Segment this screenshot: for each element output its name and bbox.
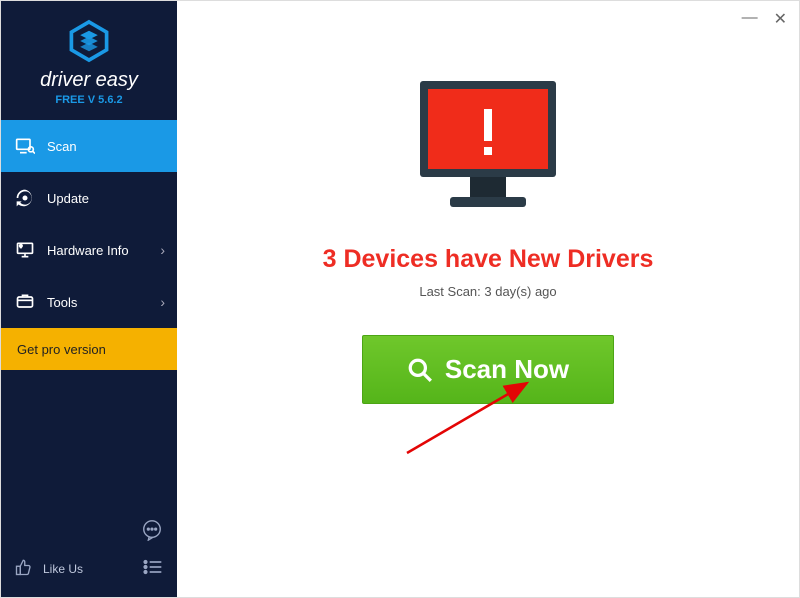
like-us-label: Like Us [43, 562, 83, 576]
nav-tools[interactable]: Tools › [1, 276, 177, 328]
nav-tools-label: Tools [47, 295, 77, 310]
nav-scan-label: Scan [47, 139, 77, 154]
logo-icon [67, 19, 111, 63]
headline: 3 Devices have New Drivers [323, 245, 654, 274]
scan-now-button[interactable]: Scan Now [362, 335, 614, 404]
chat-icon[interactable] [141, 519, 163, 546]
tools-icon [15, 292, 35, 312]
minimize-button[interactable]: — [742, 9, 758, 29]
chevron-right-icon: › [160, 242, 165, 258]
last-scan-text: Last Scan: 3 day(s) ago [419, 284, 556, 299]
nav-scan[interactable]: Scan [1, 120, 177, 172]
alert-monitor-icon [408, 73, 568, 223]
version-label: FREE V 5.6.2 [55, 94, 122, 106]
chevron-right-icon: › [160, 294, 165, 310]
brand-name: driver easy [40, 69, 138, 92]
scan-icon [15, 136, 35, 156]
hardware-icon: i [15, 240, 35, 260]
logo-block: driver easy FREE V 5.6.2 [1, 1, 177, 120]
nav-hardware-label: Hardware Info [47, 243, 129, 258]
close-button[interactable]: ✕ [774, 9, 787, 29]
get-pro-label: Get pro version [17, 342, 106, 357]
sidebar: driver easy FREE V 5.6.2 Scan U [1, 1, 177, 597]
update-icon [15, 188, 35, 208]
search-icon [407, 357, 433, 383]
nav-update[interactable]: Update [1, 172, 177, 224]
main-area: — ✕ 3 Devices have New Drivers Last Scan… [177, 1, 799, 597]
nav: Scan Update i Hardware Inf [1, 120, 177, 328]
scan-now-label: Scan Now [445, 354, 569, 385]
nav-hardware[interactable]: i Hardware Info › [1, 224, 177, 276]
sidebar-bottom: Like Us [1, 513, 177, 597]
like-us-button[interactable]: Like Us [15, 558, 83, 579]
get-pro-button[interactable]: Get pro version [1, 328, 177, 370]
nav-update-label: Update [47, 191, 89, 206]
content: 3 Devices have New Drivers Last Scan: 3 … [177, 1, 799, 404]
window-controls: — ✕ [742, 9, 787, 29]
menu-list-icon[interactable] [143, 559, 163, 578]
thumbs-up-icon [15, 558, 33, 579]
